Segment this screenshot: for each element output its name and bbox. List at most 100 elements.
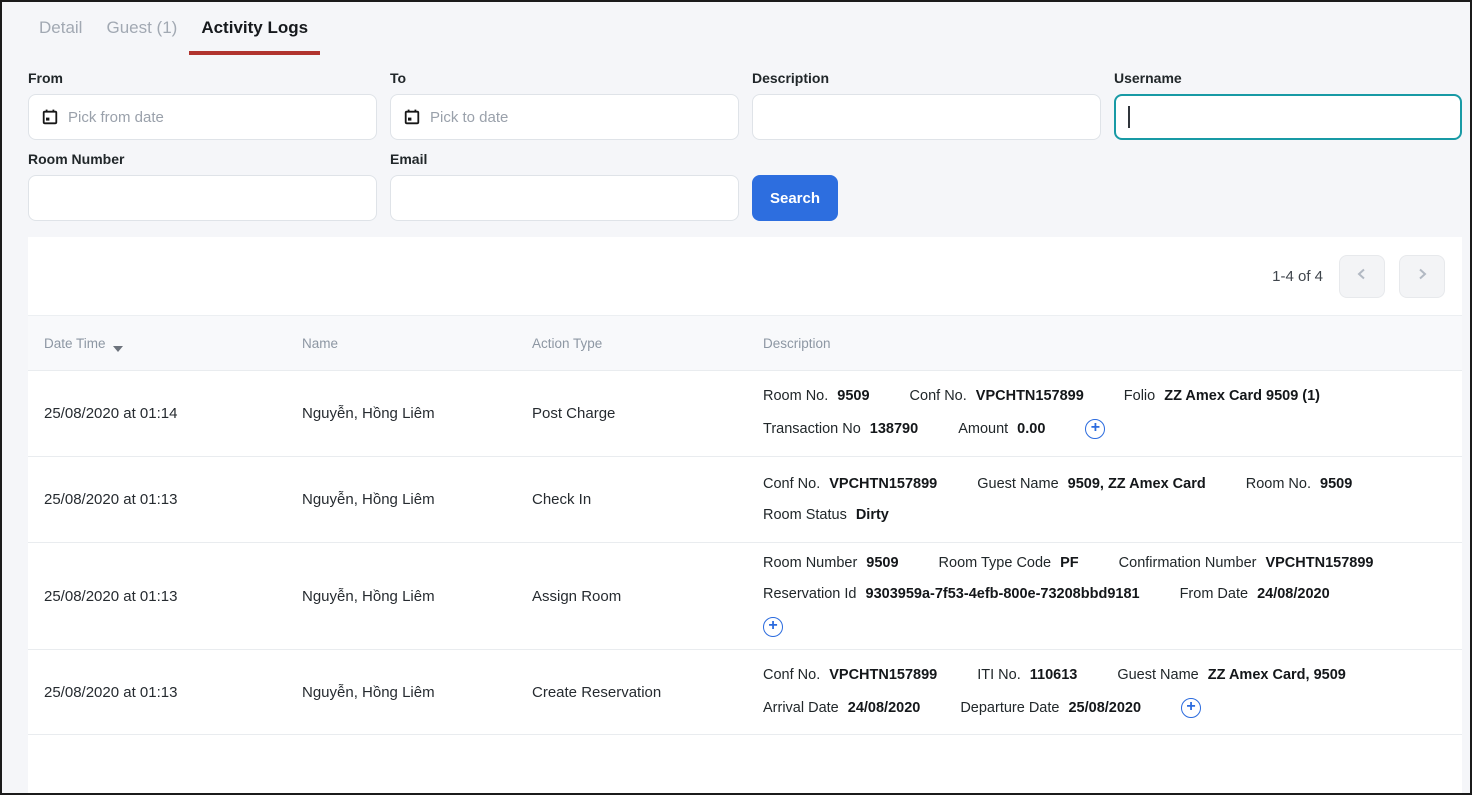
calendar-icon[interactable] [42,109,58,125]
column-header-date-time[interactable]: Date Time [44,336,302,351]
from-label: From [28,70,377,86]
detail-value: 9509 [1320,476,1352,492]
detail-label: From Date [1180,586,1249,602]
pagination-bar: 1-4 of 4 [28,237,1462,315]
expand-plus-icon[interactable] [763,617,783,637]
cell-name: Nguyễn, Hồng Liêm [302,684,532,701]
next-page-button[interactable] [1399,255,1445,298]
detail-value: PF [1060,555,1079,571]
cell-date-time: 25/08/2020 at 01:13 [44,684,302,701]
table-row: 25/08/2020 at 01:13 Nguyễn, Hồng Liêm Ch… [28,456,1462,542]
detail-value: 24/08/2020 [1257,586,1330,602]
description-label: Description [752,70,1101,86]
email-label: Email [390,151,739,167]
results-card: 1-4 of 4 Date Time Name Action Type Desc… [28,237,1462,793]
detail-value: Dirty [856,507,889,523]
tab-detail[interactable]: Detail [27,10,94,55]
detail-label: Conf No. [910,388,967,404]
pagination-range: 1-4 of 4 [1272,268,1323,285]
cell-action-type: Post Charge [532,405,763,422]
detail-label: Room Number [763,555,857,571]
detail-label: Reservation Id [763,586,857,602]
detail-value: 24/08/2020 [848,700,921,716]
detail-value: 9509, ZZ Amex Card [1068,476,1206,492]
cell-date-time: 25/08/2020 at 01:13 [44,491,302,508]
detail-label: Amount [958,421,1008,437]
chevron-right-icon [1414,266,1430,287]
detail-value: VPCHTN157899 [829,667,937,683]
detail-value: VPCHTN157899 [976,388,1084,404]
text-cursor [1128,106,1130,128]
tab-activity-logs[interactable]: Activity Logs [189,10,320,55]
detail-value: 9509 [866,555,898,571]
cell-date-time: 25/08/2020 at 01:13 [44,588,302,605]
detail-label: Conf No. [763,476,820,492]
detail-label: Room Type Code [939,555,1052,571]
detail-value: VPCHTN157899 [829,476,937,492]
cell-name: Nguyễn, Hồng Liêm [302,405,532,422]
cell-description: Conf No. VPCHTN157899 Guest Name 9509, ZZ … [763,476,1446,523]
detail-label: Guest Name [1117,667,1198,683]
email-input[interactable] [404,190,725,207]
detail-label: Folio [1124,388,1155,404]
table-row: 25/08/2020 at 01:13 Nguyễn, Hồng Liêm As… [28,542,1462,649]
cell-date-time: 25/08/2020 at 01:14 [44,405,302,422]
sort-desc-icon [113,346,123,352]
detail-value: 0.00 [1017,421,1045,437]
prev-page-button[interactable] [1339,255,1385,298]
to-date-field[interactable] [390,94,739,140]
detail-label: Conf No. [763,667,820,683]
cell-description: Conf No. VPCHTN157899 ITI No. 110613 Guest… [763,667,1446,718]
cell-action-type: Check In [532,491,763,508]
detail-value: 9509 [837,388,869,404]
calendar-icon[interactable] [404,109,420,125]
description-field[interactable] [752,94,1101,140]
detail-label: ITI No. [977,667,1021,683]
to-date-input[interactable] [430,109,725,126]
room-number-field[interactable] [28,175,377,221]
table-header: Date Time Name Action Type Description [28,315,1462,370]
from-date-field[interactable] [28,94,377,140]
email-field[interactable] [390,175,739,221]
table-row: 25/08/2020 at 01:13 Nguyễn, Hồng Liêm Cr… [28,649,1462,735]
expand-plus-icon[interactable] [1085,419,1105,439]
cell-name: Nguyễn, Hồng Liêm [302,588,532,605]
app-window: Detail Guest (1) Activity Logs From To [0,0,1472,795]
room-number-label: Room Number [28,151,377,167]
detail-value: ZZ Amex Card, 9509 [1208,667,1346,683]
cell-description: Room Number 9509 Room Type Code PF Confirm… [763,555,1446,637]
detail-label: Room Status [763,507,847,523]
username-input[interactable] [1140,109,1449,126]
detail-label: Confirmation Number [1119,555,1257,571]
detail-value: ZZ Amex Card 9509 (1) [1164,388,1320,404]
detail-label: Arrival Date [763,700,839,716]
table-row: 25/08/2020 at 01:14 Nguyễn, Hồng Liêm Po… [28,370,1462,456]
detail-label: Departure Date [960,700,1059,716]
username-label: Username [1114,70,1462,86]
detail-value: 110613 [1030,667,1078,683]
search-button[interactable]: Search [752,175,838,221]
detail-label: Guest Name [977,476,1058,492]
column-header-action-type[interactable]: Action Type [532,336,763,351]
room-number-input[interactable] [42,190,363,207]
from-date-input[interactable] [68,109,363,126]
cell-description: Room No. 9509 Conf No. VPCHTN157899 Folio Z… [763,388,1446,439]
cell-name: Nguyễn, Hồng Liêm [302,491,532,508]
description-input[interactable] [766,109,1087,126]
tab-bar: Detail Guest (1) Activity Logs [27,10,320,55]
detail-value: 138790 [870,421,918,437]
detail-label: Room No. [763,388,828,404]
tab-guest[interactable]: Guest (1) [94,10,189,55]
detail-value: 9303959a-7f53-4efb-800e-73208bbd9181 [866,586,1140,602]
column-header-description[interactable]: Description [763,336,1446,351]
cell-action-type: Assign Room [532,588,763,605]
cell-action-type: Create Reservation [532,684,763,701]
expand-plus-icon[interactable] [1181,698,1201,718]
username-field[interactable] [1114,94,1462,140]
to-label: To [390,70,739,86]
detail-value: VPCHTN157899 [1265,555,1373,571]
filter-panel: From To Description Usern [28,70,1462,221]
detail-label: Room No. [1246,476,1311,492]
column-header-name[interactable]: Name [302,336,532,351]
detail-label: Transaction No [763,421,861,437]
